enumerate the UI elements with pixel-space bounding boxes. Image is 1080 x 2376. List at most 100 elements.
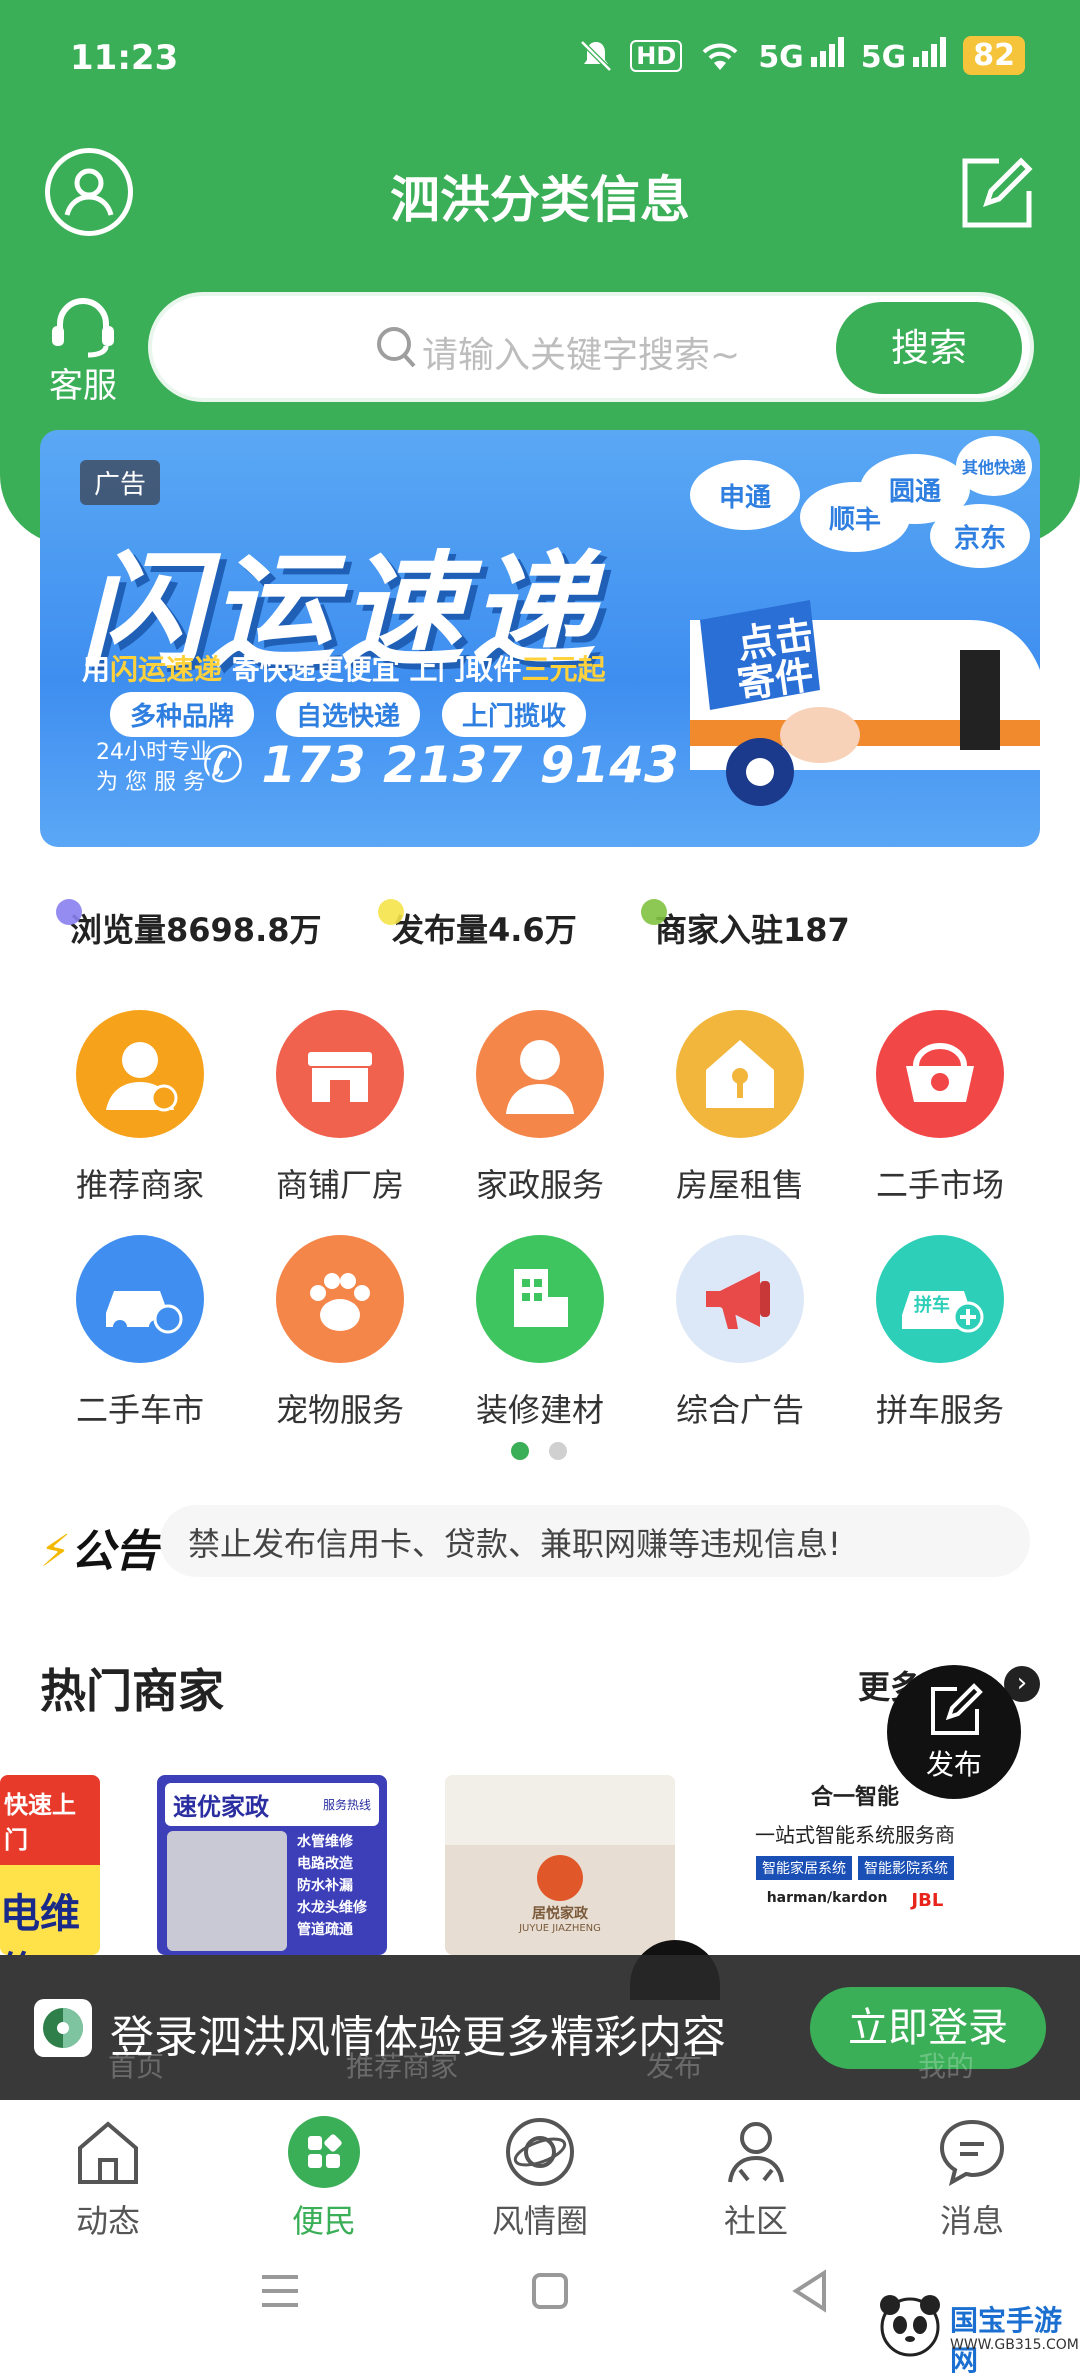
merchant-card-name-en: JUYUE JIAZHENG <box>519 1923 601 1934</box>
merchant-icon <box>76 1010 204 1138</box>
stat-label: 发布量4.6万 <box>392 911 577 949</box>
signal-5g-label: 5G <box>860 39 907 75</box>
merchant-card-tag: 智能影院系统 <box>858 1856 954 1880</box>
merchant-card-phone: 13812429926 <box>279 1787 377 1803</box>
customer-service-button[interactable]: 客服 <box>38 292 128 406</box>
back-icon[interactable] <box>790 2269 830 2313</box>
ad-tag: 广告 <box>80 460 161 505</box>
battery-indicator: 82 <box>963 36 1025 75</box>
merchant-card-title: 速优家政 <box>173 1793 269 1821</box>
category-label: 房屋租售 <box>675 1166 804 1204</box>
merchant-card-logo: harman/kardon <box>766 1890 888 1906</box>
hd-icon: HD <box>630 39 683 72</box>
search-button[interactable]: 搜索 <box>836 302 1022 394</box>
tab-dynamic[interactable]: 动态 <box>28 2114 188 2240</box>
publish-fab-label: 发布 <box>925 1748 982 1781</box>
stat-dot <box>378 899 404 925</box>
edit-post-button[interactable] <box>959 155 1035 231</box>
merchant-card-tags: 智能家居系统 智能影院系统 <box>720 1856 990 1880</box>
banner-tag: 上门揽收 <box>442 692 587 737</box>
category-ads[interactable]: 综合广告 <box>640 1235 840 1435</box>
shop-icon <box>276 1010 404 1138</box>
house-icon <box>676 1010 804 1138</box>
category-label: 推荐商家 <box>75 1166 204 1204</box>
merchant-logo-icon <box>537 1855 583 1901</box>
category-carpool[interactable]: 拼车 拼车服务 <box>840 1235 1040 1435</box>
planet-icon <box>506 2118 574 2186</box>
merchant-card[interactable]: 合一智能 一站式智能系统服务商 智能家居系统 智能影院系统 harman/kar… <box>720 1775 990 1955</box>
merchant-card-logos: harman/kardon JBL <box>720 1890 990 1911</box>
category-housekeeping[interactable]: 家政服务 <box>440 1010 640 1210</box>
customer-service-label: 客服 <box>49 366 117 406</box>
merchant-card-slogan: 一站式智能系统服务商 <box>755 1823 955 1847</box>
status-time: 11:23 <box>70 38 179 78</box>
category-usedcar[interactable]: 二手车市 <box>40 1235 240 1435</box>
message-icon <box>939 2119 1005 2187</box>
merchant-service: 水管维修 <box>297 1834 353 1850</box>
merchant-card-image <box>167 1831 287 1951</box>
bolt-icon: ⚡ <box>40 1526 71 1577</box>
banner-tag: 多种品牌 <box>110 692 255 737</box>
bottom-tab-bar: 动态 便民 风情圈 社区 消息 <box>0 2100 1080 2240</box>
tab-scene-circle[interactable]: 风情圈 <box>460 2114 620 2240</box>
tab-convenience[interactable]: 便民 <box>244 2114 404 2240</box>
category-shop[interactable]: 商铺厂房 <box>240 1010 440 1210</box>
stats-row: 浏览量8698.8万 发布量4.6万 商家入驻187 <box>56 899 1070 955</box>
ad-banner[interactable]: 广告 闪运速递 用闪运速递 寄快递更便宜 上门取件三元起 多种品牌 自选快递 上… <box>40 430 1040 847</box>
tab-messages[interactable]: 消息 <box>892 2114 1052 2240</box>
merchant-card-line: 电维修 <box>0 1865 100 1955</box>
pager-dot-active[interactable] <box>511 1442 529 1460</box>
signal-5g-label: 5G <box>758 39 804 75</box>
banner-tags: 多种品牌 自选快递 上门揽收 <box>110 692 587 737</box>
carrier-cloud: 京东 <box>930 504 1030 568</box>
pager-dot[interactable] <box>549 1442 567 1460</box>
paw-icon <box>276 1235 404 1363</box>
banner-hours-line: 为 您 服 务 <box>96 770 205 795</box>
community-icon <box>728 2122 784 2183</box>
banner-subtitle-middle: 寄快递更便宜 上门取件 <box>222 653 522 686</box>
building-icon <box>476 1235 604 1363</box>
merchant-card[interactable]: 快速上门 电维修 <box>0 1775 100 1955</box>
apps-icon <box>288 2116 360 2188</box>
merchant-card-services: 水管维修 电路改造 防水补漏 水龙头维修 管道疏通 <box>297 1831 367 1941</box>
category-label: 商铺厂房 <box>275 1166 404 1204</box>
watermark-logo: 国宝手游网 WWW.GB315.COM <box>862 2285 1079 2376</box>
merchant-service: 管道疏通 <box>297 1922 353 1938</box>
merchant-card-logo: JBL <box>911 1890 944 1911</box>
category-house[interactable]: 房屋租售 <box>640 1010 840 1210</box>
search-bar[interactable]: 请输入关键字搜索~ 搜索 <box>148 292 1034 402</box>
notice-bar[interactable]: 禁止发布信用卡、贷款、兼职网赚等违规信息! <box>160 1505 1030 1577</box>
category-secondhand[interactable]: 二手市场 <box>840 1010 1040 1210</box>
ghost-nav-label: 首页 <box>108 2050 165 2083</box>
wifi-icon <box>702 43 738 70</box>
carrier-cloud: 申通 <box>690 460 800 530</box>
ghost-nav-label: 发布 <box>646 2050 703 2083</box>
home-button-icon[interactable] <box>530 2271 570 2311</box>
signal-5g-icon: 5G <box>860 36 947 75</box>
merchant-card-name: 居悦家政 <box>532 1906 588 1922</box>
merchant-card[interactable]: 居悦家政 JUYUE JIAZHENG <box>445 1775 675 1955</box>
banner-subtitle: 用闪运速递 寄快递更便宜 上门取件三元起 <box>82 648 606 688</box>
notice-logo-text: 公告 <box>70 1526 159 1577</box>
edit-icon <box>931 1683 983 1735</box>
publish-fab[interactable]: 发布 <box>887 1665 1021 1799</box>
category-merchant[interactable]: 推荐商家 <box>40 1010 240 1210</box>
category-label: 二手车市 <box>75 1391 204 1429</box>
category-decoration[interactable]: 装修建材 <box>440 1235 640 1435</box>
merchant-card-tag: 智能家居系统 <box>756 1856 852 1880</box>
search-input[interactable]: 请输入关键字搜索~ <box>422 326 740 378</box>
status-icons: HD 5G 5G 82 <box>578 36 1025 75</box>
housekeeper-icon <box>476 1010 604 1138</box>
merchant-card[interactable]: 速优家政 服务热线 13812429926 水管维修 电路改造 防水补漏 水龙头… <box>157 1775 387 1955</box>
panda-icon <box>880 2295 940 2357</box>
merchant-service: 水龙头维修 <box>297 1900 367 1916</box>
stat-merchants: 商家入驻187 <box>641 899 850 951</box>
bell-muted-icon <box>580 39 613 72</box>
stat-views: 浏览量8698.8万 <box>56 899 322 951</box>
car-icon <box>76 1235 204 1363</box>
tab-community[interactable]: 社区 <box>676 2114 836 2240</box>
stat-label: 商家入驻187 <box>655 911 850 949</box>
category-pet[interactable]: 宠物服务 <box>240 1235 440 1435</box>
menu-icon[interactable] <box>258 2271 302 2311</box>
merchant-carousel: 快速上门 电维修 速优家政 服务热线 13812429926 水管维修 电路改造… <box>0 1775 1080 1955</box>
